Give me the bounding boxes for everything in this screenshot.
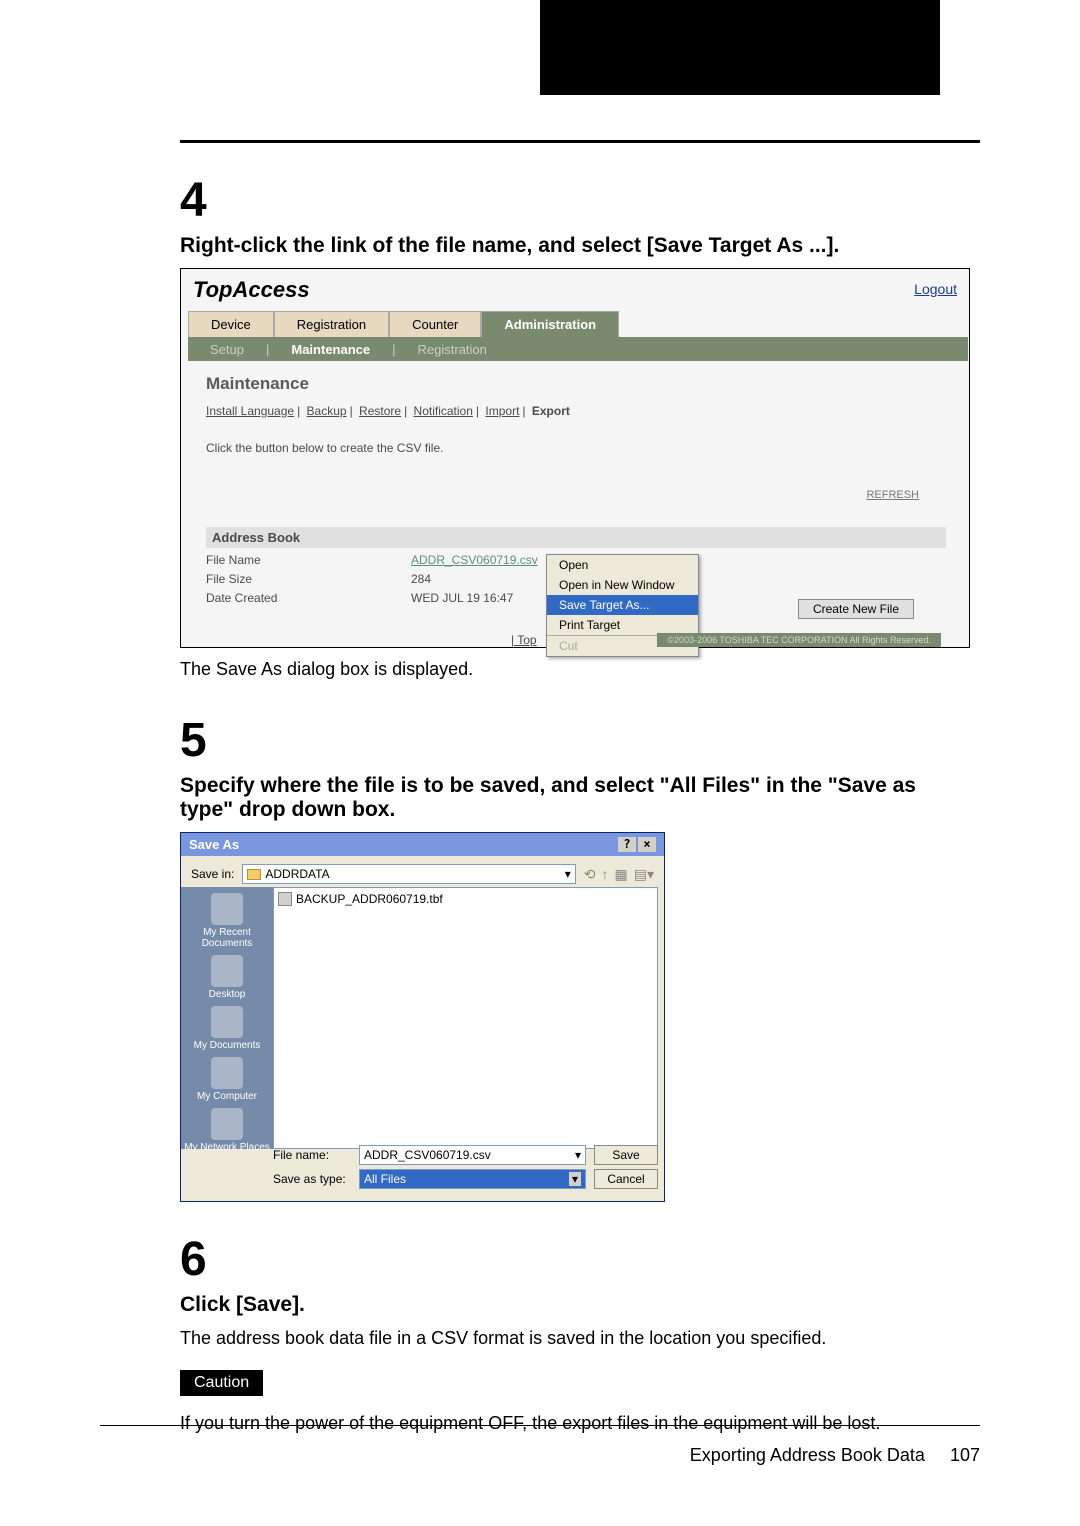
view-icon[interactable]: ▤▾ [634, 866, 654, 883]
subtab-maintenance[interactable]: Maintenance [269, 339, 392, 360]
file-name-label: File name: [273, 1148, 351, 1162]
subtab-setup[interactable]: Setup [188, 339, 266, 360]
csv-instruction: Click the button below to create the CSV… [206, 441, 443, 455]
file-name-link[interactable]: ADDR_CSV060719.csv [411, 551, 538, 570]
tab-counter[interactable]: Counter [389, 311, 481, 338]
save-as-type-label: Save as type: [273, 1172, 351, 1186]
back-icon[interactable]: ⟲ [584, 866, 596, 883]
step-4-after-text: The Save As dialog box is displayed. [180, 656, 960, 683]
file-item[interactable]: BACKUP_ADDR060719.tbf [278, 892, 653, 906]
logout-link[interactable]: Logout [914, 281, 957, 297]
date-created-value: WED JUL 19 16:47 [411, 589, 538, 608]
step-6-text: The address book data file in a CSV form… [180, 1325, 960, 1352]
step-5-number: 5 [180, 713, 230, 768]
footer-text: Exporting Address Book Data [690, 1445, 925, 1465]
menu-save-target[interactable]: Save Target As... [547, 595, 698, 615]
step-4-title: Right-click the link of the file name, a… [180, 234, 960, 258]
rule-top [180, 140, 980, 143]
save-in-dropdown[interactable]: ADDRDATA ▾ [242, 864, 575, 884]
refresh-link[interactable]: REFRESH [866, 489, 919, 501]
save-in-label: Save in: [191, 867, 234, 881]
help-icon[interactable]: ? [618, 837, 636, 852]
save-button[interactable]: Save [594, 1145, 658, 1165]
caution-badge: Caution [180, 1370, 263, 1396]
link-restore[interactable]: Restore [359, 404, 401, 418]
dialog-title: Save As [189, 837, 239, 852]
save-as-type-dropdown[interactable]: All Files▾ [359, 1169, 586, 1189]
link-import[interactable]: Import [485, 404, 519, 418]
up-icon[interactable]: ↑ [602, 866, 609, 883]
places-bar: My Recent Documents Desktop My Documents… [181, 887, 273, 1149]
sidebar-recent[interactable]: My Recent Documents [181, 893, 273, 949]
step-5-title: Specify where the file is to be saved, a… [180, 774, 960, 822]
subtab-registration[interactable]: Registration [396, 339, 509, 360]
close-icon[interactable]: × [638, 837, 656, 852]
sidebar-mycomp[interactable]: My Computer [197, 1057, 257, 1102]
main-tabs: Device Registration Counter Administrati… [188, 311, 619, 338]
file-item-name: BACKUP_ADDR060719.tbf [296, 892, 443, 906]
sidebar-desktop[interactable]: Desktop [209, 955, 246, 1000]
page-footer: Exporting Address Book Data 107 [690, 1445, 980, 1466]
file-name-label: File Name [206, 551, 277, 570]
menu-print-target[interactable]: Print Target [547, 615, 698, 635]
topaccess-logo: TopAccess [193, 277, 310, 303]
tab-administration[interactable]: Administration [481, 311, 619, 338]
save-in-value: ADDRDATA [265, 867, 329, 881]
sidebar-mydocs[interactable]: My Documents [194, 1006, 261, 1051]
dialog-titlebar: Save As ? × [181, 833, 664, 856]
link-notification[interactable]: Notification [414, 404, 473, 418]
file-list-area[interactable]: BACKUP_ADDR060719.tbf [273, 887, 658, 1149]
file-info-values: ADDR_CSV060719.csv 284 WED JUL 19 16:47 [411, 551, 538, 609]
header-black-bar [540, 0, 940, 95]
copyright: ©2003-2006 TOSHIBA TEC CORPORATION All R… [657, 633, 941, 647]
step-4-number: 4 [180, 173, 230, 228]
tab-registration[interactable]: Registration [274, 311, 389, 338]
address-book-header: Address Book [206, 527, 946, 548]
dialog-bottom: File name: ADDR_CSV060719.csv▾ Save Save… [273, 1145, 658, 1193]
top-link[interactable]: | Top [511, 633, 537, 647]
create-new-file-button[interactable]: Create New File [798, 599, 914, 619]
date-created-label: Date Created [206, 589, 277, 608]
footer-rule [100, 1425, 980, 1426]
page-number: 107 [950, 1445, 980, 1465]
save-dialog-screenshot: Save As ? × Save in: ADDRDATA ▾ ⟲ [180, 832, 665, 1202]
file-info-labels: File Name File Size Date Created [206, 551, 277, 609]
step-6-title: Click [Save]. [180, 1293, 960, 1317]
folder-icon [247, 869, 261, 880]
maintenance-title: Maintenance [206, 374, 309, 394]
link-export[interactable]: Export [532, 404, 570, 418]
link-backup[interactable]: Backup [307, 404, 347, 418]
file-size-value: 284 [411, 570, 538, 589]
cancel-button[interactable]: Cancel [594, 1169, 658, 1189]
sub-tabs: Setup | Maintenance | Registration [188, 337, 968, 361]
menu-open[interactable]: Open [547, 555, 698, 575]
file-size-label: File Size [206, 570, 277, 589]
link-install-language[interactable]: Install Language [206, 404, 294, 418]
tab-device[interactable]: Device [188, 311, 274, 338]
sidebar-network[interactable]: My Network Places [184, 1108, 270, 1153]
file-icon [278, 892, 292, 906]
caution-text: If you turn the power of the equipment O… [180, 1410, 960, 1437]
menu-open-new[interactable]: Open in New Window [547, 575, 698, 595]
step-6-number: 6 [180, 1232, 230, 1287]
new-folder-icon[interactable]: ▦ [615, 866, 628, 883]
maintenance-links: Install Language| Backup| Restore| Notif… [206, 404, 570, 418]
file-name-input[interactable]: ADDR_CSV060719.csv▾ [359, 1145, 586, 1165]
topaccess-screenshot: TopAccess Logout Device Registration Cou… [180, 268, 970, 648]
